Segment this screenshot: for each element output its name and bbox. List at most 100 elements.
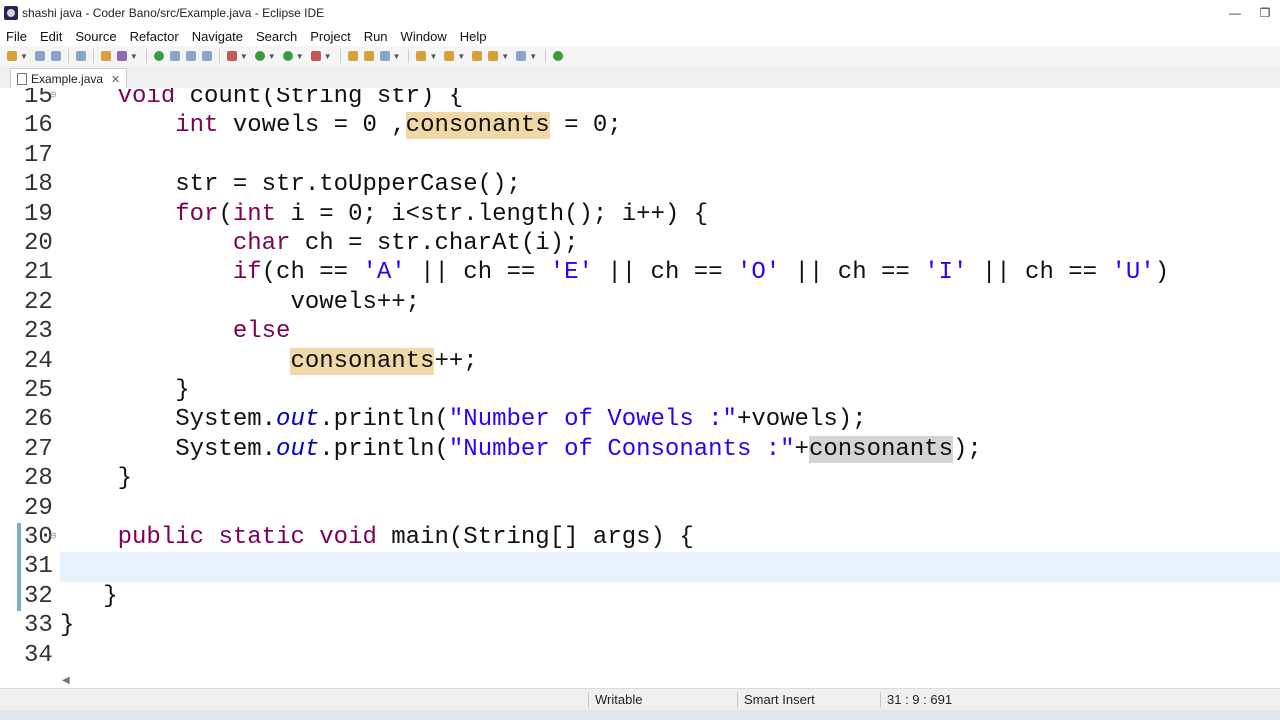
code-line[interactable]: 21 if(ch == 'A' || ch == 'E' || ch == 'O… — [0, 258, 1280, 287]
back-icon[interactable] — [488, 51, 499, 61]
token-kw: void — [117, 88, 176, 110]
menu-run[interactable]: Run — [358, 29, 395, 44]
code-line[interactable]: 16 int vowels = 0 ,consonants = 0; — [0, 111, 1280, 140]
save-icon[interactable] — [34, 51, 45, 61]
code-line[interactable]: 22 vowels++; — [0, 288, 1280, 317]
line-number: 18 — [24, 171, 53, 199]
paragraph-icon[interactable] — [201, 51, 212, 61]
menu-search[interactable]: Search — [250, 29, 304, 44]
token: || ch == — [967, 259, 1112, 287]
menu-source[interactable]: Source — [69, 29, 123, 44]
close-icon[interactable]: ✕ — [111, 73, 120, 86]
breakpoint-dropdown-icon[interactable]: ▼ — [240, 52, 248, 61]
restore-button[interactable]: ❐ — [1250, 0, 1280, 26]
code-line[interactable]: 24 consonants++; — [0, 347, 1280, 376]
line-number: 21 — [24, 259, 53, 287]
code-line[interactable]: 18 str = str.toUpperCase(); — [0, 170, 1280, 199]
search-icon[interactable] — [379, 51, 390, 61]
code-line[interactable]: 31 — [0, 552, 1280, 581]
back-dropdown-icon[interactable]: ▼ — [501, 52, 509, 61]
coverage-icon[interactable] — [282, 51, 293, 61]
code-line[interactable]: 25 } — [0, 376, 1280, 405]
token: = 0; — [549, 112, 622, 140]
menu-navigate[interactable]: Navigate — [186, 29, 250, 44]
code-line[interactable]: 32 } — [0, 582, 1280, 611]
breakpoint-icon[interactable] — [226, 51, 237, 61]
run-icon[interactable] — [254, 51, 265, 61]
coverage-dropdown-icon[interactable]: ▼ — [296, 52, 304, 61]
tab-example-java[interactable]: Example.java ✕ — [10, 68, 128, 89]
forward-dropdown-icon[interactable]: ▼ — [529, 52, 537, 61]
open-task-icon[interactable] — [363, 51, 374, 61]
fold-icon[interactable]: ⊖ — [50, 523, 57, 552]
line-number: 16 — [24, 112, 53, 140]
terminal-icon[interactable] — [75, 51, 86, 61]
status-separator — [588, 692, 589, 708]
token-kw: for — [175, 200, 219, 228]
new-icon[interactable] — [7, 51, 17, 61]
git-icon[interactable] — [116, 51, 127, 61]
insert-mode-status[interactable]: Smart Insert — [744, 691, 815, 709]
code-text: System.out.println("Number of Consonants… — [60, 435, 982, 464]
code-text: if(ch == 'A' || ch == 'E' || ch == 'O' |… — [60, 258, 1169, 287]
save-all-icon[interactable] — [50, 51, 61, 61]
token: || ch == — [780, 259, 925, 287]
code-line[interactable]: 33} — [0, 611, 1280, 640]
debug-icon[interactable] — [153, 51, 164, 61]
menu-edit[interactable]: Edit — [34, 29, 69, 44]
external-tools-icon[interactable] — [310, 51, 321, 61]
run-dropdown-icon[interactable]: ▼ — [268, 52, 276, 61]
code-line[interactable]: 30 ⊖ public static void main(String[] arg… — [0, 523, 1280, 552]
next-annotation-dropdown-icon[interactable]: ▼ — [429, 52, 437, 61]
whitespace-icon[interactable] — [185, 51, 196, 61]
code-line[interactable]: 29 — [0, 494, 1280, 523]
next-annotation-icon[interactable] — [416, 51, 427, 61]
editor-tab-bar: Example.java ✕ — [0, 66, 1280, 89]
token-occ: consonants — [290, 347, 435, 375]
new-dropdown-icon[interactable]: ▼ — [20, 52, 28, 61]
code-text: public static void main(String[] args) { — [60, 523, 694, 552]
fold-icon[interactable]: ⊖ — [50, 88, 57, 111]
token: ch = str.charAt(i); — [290, 230, 579, 257]
last-edit-icon[interactable] — [472, 51, 483, 61]
toolbar-separator — [145, 49, 147, 63]
status-separator — [880, 692, 881, 708]
code-line[interactable]: 20 char ch = str.charAt(i); — [0, 229, 1280, 258]
code-line[interactable]: 15 ⊖ void count(String str) { — [0, 88, 1280, 111]
code-text: str = str.toUpperCase(); — [60, 170, 521, 199]
minimize-button[interactable]: — — [1220, 0, 1250, 26]
menu-help[interactable]: Help — [454, 29, 494, 44]
status-bar: Writable Smart Insert 31 : 9 : 691 — [0, 688, 1280, 711]
token-str: 'O' — [736, 259, 781, 287]
code-line[interactable]: 23 else — [0, 317, 1280, 346]
code-text: void count(String str) { — [60, 88, 464, 111]
code-line[interactable]: 17 — [0, 141, 1280, 170]
code-line[interactable]: 19 for(int i = 0; i<str.length(); i++) { — [0, 200, 1280, 229]
menu-file[interactable]: File — [0, 29, 34, 44]
code-line[interactable]: 34 — [0, 641, 1280, 670]
scroll-left-icon[interactable]: ◀ — [62, 675, 70, 686]
line-number: 28 — [24, 465, 53, 493]
code-editor[interactable]: 15 ⊖ void count(String str) {16 int vowel… — [0, 88, 1280, 671]
menu-project[interactable]: Project — [304, 29, 357, 44]
menu-window[interactable]: Window — [395, 29, 454, 44]
horizontal-scrollbar[interactable]: ◀ — [60, 672, 1280, 688]
search-dropdown-icon[interactable]: ▼ — [393, 52, 401, 61]
git-dropdown-icon[interactable]: ▼ — [130, 52, 138, 61]
java-file-icon — [17, 73, 27, 85]
external-tools-dropdown-icon[interactable]: ▼ — [324, 52, 332, 61]
open-type-icon[interactable] — [347, 51, 358, 61]
code-line[interactable]: 28 } — [0, 464, 1280, 493]
code-line[interactable]: 27 System.out.println("Number of Consona… — [0, 435, 1280, 464]
writable-status: Writable — [595, 692, 643, 707]
open-perspective-icon[interactable] — [553, 51, 564, 61]
code-line[interactable]: 26 System.out.println("Number of Vowels … — [0, 405, 1280, 434]
highlight-icon[interactable] — [169, 51, 180, 61]
menu-refactor[interactable]: Refactor — [124, 29, 186, 44]
prev-annotation-icon[interactable] — [444, 51, 455, 61]
build-icon[interactable] — [100, 51, 111, 61]
prev-annotation-dropdown-icon[interactable]: ▼ — [457, 52, 465, 61]
forward-icon[interactable] — [516, 51, 527, 61]
